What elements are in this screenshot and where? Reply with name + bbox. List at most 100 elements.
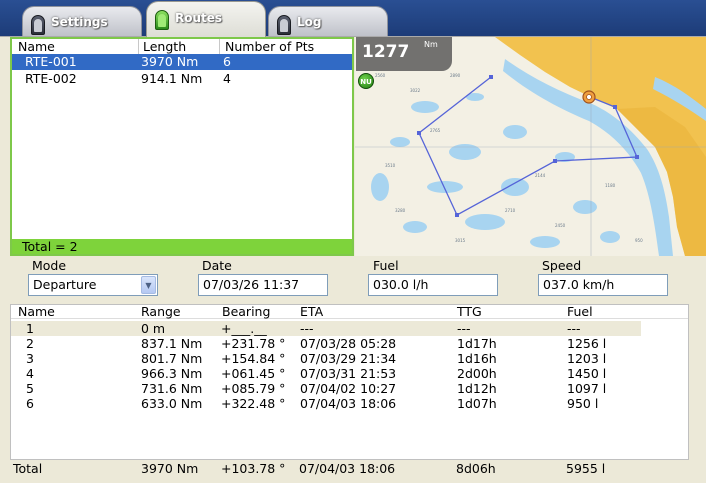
- north-up-label: NU: [360, 78, 372, 86]
- waypoint-row[interactable]: 4 966.3 Nm +061.45 ° 07/03/31 21:53 2d00h 145…: [11, 366, 688, 381]
- waypoint-range: 0 m: [141, 321, 166, 336]
- waypoint-bearing: +154.84 °: [221, 351, 286, 366]
- tab-label: Routes: [175, 11, 223, 25]
- svg-text:2890: 2890: [450, 73, 461, 78]
- waypoint-row[interactable]: 1 0 m +___.__ --- --- ---: [11, 321, 641, 336]
- waypoint-range: 966.3 Nm: [141, 366, 203, 381]
- waypoint-table[interactable]: Name Range Bearing ETA TTG Fuel 1 0 m +___…: [10, 304, 689, 460]
- routes-total: Total = 2: [12, 239, 352, 254]
- north-up-icon[interactable]: NU: [358, 73, 374, 89]
- svg-text:2710: 2710: [505, 208, 516, 213]
- waypoint-eta: 07/04/02 10:27: [300, 381, 397, 396]
- column-header-range[interactable]: Range: [141, 305, 181, 319]
- tab-label: Log: [297, 15, 322, 29]
- waypoint-eta: 07/03/29 21:34: [300, 351, 397, 366]
- waypoint-ttg: 2d00h: [457, 366, 497, 381]
- waypoint-bearing: +___.__: [221, 321, 267, 336]
- waypoint-ttg: ---: [457, 321, 471, 336]
- scale-unit: Nm: [424, 40, 438, 49]
- waypoint-fuel: 1450 l: [567, 366, 607, 381]
- date-label: Date: [202, 258, 232, 273]
- svg-text:950: 950: [635, 238, 643, 243]
- svg-text:3280: 3280: [395, 208, 406, 213]
- routes-list-header: Name Length Number of Pts: [12, 39, 352, 54]
- waypoint-range: 837.1 Nm: [141, 336, 203, 351]
- fuel-rate-field[interactable]: 030.0 l/h: [368, 274, 498, 296]
- total-range: 3970 Nm: [141, 461, 199, 476]
- tab-settings[interactable]: Settings: [22, 6, 142, 40]
- waypoint-fuel: ---: [567, 321, 581, 336]
- vessel-position-icon: [582, 90, 596, 104]
- tab-routes[interactable]: Routes: [146, 1, 266, 39]
- waypoint-ttg: 1d12h: [457, 381, 497, 396]
- tab-log[interactable]: Log: [268, 6, 388, 40]
- waypoint-name: 1: [26, 321, 34, 336]
- route-row-rte-001[interactable]: RTE-001 3970 Nm 6: [12, 54, 352, 70]
- waypoint-eta: ---: [300, 321, 314, 336]
- column-header-length[interactable]: Length: [143, 39, 186, 54]
- speed-label: Speed: [542, 258, 582, 273]
- waypoint-bearing: +322.48 °: [221, 396, 286, 411]
- routes-list[interactable]: Name Length Number of Pts RTE-001 3970 N…: [10, 37, 354, 256]
- column-header-eta[interactable]: ETA: [300, 305, 323, 319]
- column-header-points[interactable]: Number of Pts: [225, 39, 314, 54]
- waypoint-row[interactable]: 6 633.0 Nm +322.48 ° 07/04/03 18:06 1d07h 950…: [11, 396, 688, 411]
- waypoint-row[interactable]: 3 801.7 Nm +154.84 ° 07/03/29 21:34 1d16h 120…: [11, 351, 688, 366]
- toggle-knob-icon: [31, 15, 45, 35]
- waypoint-range: 801.7 Nm: [141, 351, 203, 366]
- waypoint-name: 2: [26, 336, 34, 351]
- waypoint-fuel: 1203 l: [567, 351, 607, 366]
- mode-select[interactable]: Departure ▼: [28, 274, 158, 296]
- mode-label: Mode: [32, 258, 67, 273]
- column-header-fuel[interactable]: Fuel: [567, 305, 593, 319]
- waypoint-bearing: +231.78 °: [221, 336, 286, 351]
- toggle-knob-icon: [277, 15, 291, 35]
- column-header-name[interactable]: Name: [18, 39, 55, 54]
- column-header-ttg[interactable]: TTG: [457, 305, 482, 319]
- waypoint-fuel: 1097 l: [567, 381, 607, 396]
- route-name: RTE-001: [25, 54, 77, 69]
- route-row-rte-002[interactable]: RTE-002 914.1 Nm 4: [12, 71, 352, 87]
- total-fuel: 5955 l: [566, 461, 606, 476]
- date-field[interactable]: 07/03/26 11:37: [198, 274, 328, 296]
- waypoint-name: 5: [26, 381, 34, 396]
- chevron-down-icon[interactable]: ▼: [141, 276, 156, 294]
- waypoint-name: 4: [26, 366, 34, 381]
- svg-text:3022: 3022: [410, 88, 421, 93]
- column-header-name[interactable]: Name: [18, 305, 55, 319]
- waypoint-ttg: 1d07h: [457, 396, 497, 411]
- route-name: RTE-002: [25, 71, 77, 86]
- column-divider[interactable]: [138, 39, 139, 54]
- waypoint-eta: 07/03/31 21:53: [300, 366, 397, 381]
- waypoint-bearing: +085.79 °: [221, 381, 286, 396]
- route-length: 914.1 Nm: [141, 71, 203, 86]
- waypoint-range: 633.0 Nm: [141, 396, 203, 411]
- total-eta: 07/04/03 18:06: [299, 461, 396, 476]
- route-length: 3970 Nm: [141, 54, 199, 69]
- svg-text:3510: 3510: [385, 163, 396, 168]
- column-divider[interactable]: [219, 39, 220, 54]
- waypoint-fuel: 1256 l: [567, 336, 607, 351]
- tab-label: Settings: [51, 15, 108, 29]
- waypoint-ttg: 1d17h: [457, 336, 497, 351]
- waypoint-eta: 07/03/28 05:28: [300, 336, 397, 351]
- waypoint-row[interactable]: 5 731.6 Nm +085.79 ° 07/04/02 10:27 1d12h 109…: [11, 381, 688, 396]
- total-bearing: +103.78 °: [221, 461, 286, 476]
- column-header-bearing[interactable]: Bearing: [222, 305, 270, 319]
- mode-value: Departure: [33, 277, 97, 292]
- total-label: Total: [13, 461, 43, 476]
- waypoint-range: 731.6 Nm: [141, 381, 203, 396]
- waypoint-name: 3: [26, 351, 34, 366]
- fuel-label: Fuel: [373, 258, 399, 273]
- speed-field[interactable]: 037.0 km/h: [538, 274, 668, 296]
- scale-value: 1277: [362, 42, 410, 62]
- waypoint-ttg: 1d16h: [457, 351, 497, 366]
- waypoint-fuel: 950 l: [567, 396, 599, 411]
- route-points: 6: [223, 54, 231, 69]
- svg-text:3015: 3015: [455, 238, 466, 243]
- waypoint-total-row: Total 3970 Nm +103.78 ° 07/04/03 18:06 8…: [0, 460, 706, 483]
- waypoint-row[interactable]: 2 837.1 Nm +231.78 ° 07/03/28 05:28 1d17h 125…: [11, 336, 688, 351]
- svg-text:2765: 2765: [430, 128, 441, 133]
- svg-text:2144: 2144: [535, 173, 546, 178]
- total-ttg: 8d06h: [456, 461, 496, 476]
